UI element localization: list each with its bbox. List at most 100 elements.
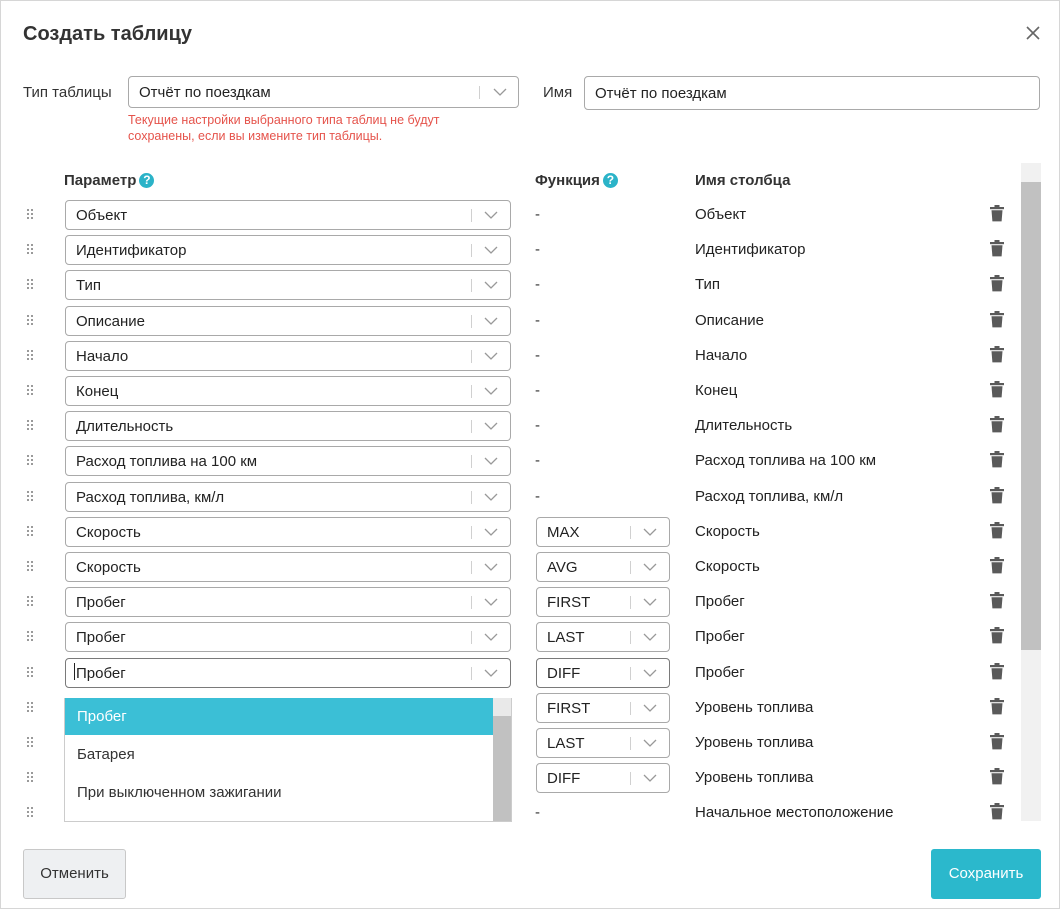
chevron-down-icon: [643, 739, 657, 747]
drag-handle-icon[interactable]: [26, 208, 34, 222]
drag-handle-icon[interactable]: [26, 384, 34, 398]
parameter-select[interactable]: Начало: [65, 341, 511, 371]
drag-handle-icon[interactable]: [26, 771, 34, 785]
cancel-button[interactable]: Отменить: [23, 849, 126, 899]
drag-handle-icon[interactable]: [26, 349, 34, 363]
select-separator: [471, 209, 472, 222]
close-icon[interactable]: [1021, 21, 1045, 45]
drag-handle-icon[interactable]: [26, 314, 34, 328]
function-select[interactable]: LAST: [536, 728, 670, 758]
drag-handle-icon[interactable]: [26, 490, 34, 504]
drag-handle-icon[interactable]: [26, 806, 34, 820]
function-empty: -: [535, 241, 540, 258]
dropdown-option[interactable]: Батарея: [65, 736, 493, 773]
drag-handle-icon[interactable]: [26, 243, 34, 257]
parameter-select[interactable]: Скорость: [65, 517, 511, 547]
rows-scrollbar-thumb[interactable]: [1021, 182, 1041, 650]
function-header: Функция?: [535, 172, 618, 189]
parameter-select[interactable]: Идентификатор: [65, 235, 511, 265]
chevron-down-icon: [484, 211, 498, 219]
drag-handle-icon[interactable]: [26, 560, 34, 574]
function-value: DIFF: [547, 770, 581, 787]
trash-icon[interactable]: [990, 416, 1004, 433]
trash-icon[interactable]: [990, 627, 1004, 644]
table-type-label: Тип таблицы: [23, 84, 112, 101]
function-select[interactable]: DIFF: [536, 658, 670, 688]
parameter-select[interactable]: Объект: [65, 200, 511, 230]
select-separator: [630, 631, 631, 644]
select-separator: [630, 526, 631, 539]
drag-handle-icon[interactable]: [26, 419, 34, 433]
name-input[interactable]: Отчёт по поездкам: [584, 76, 1040, 110]
chevron-down-icon: [484, 457, 498, 465]
trash-icon[interactable]: [990, 275, 1004, 292]
save-button[interactable]: Сохранить: [931, 849, 1041, 899]
function-select[interactable]: MAX: [536, 517, 670, 547]
select-separator: [630, 667, 631, 680]
function-header-text: Функция: [535, 172, 600, 189]
select-separator: [630, 596, 631, 609]
chevron-down-icon: [643, 704, 657, 712]
drag-handle-icon[interactable]: [26, 666, 34, 680]
function-empty: -: [535, 452, 540, 469]
trash-icon[interactable]: [990, 381, 1004, 398]
type-change-warning: Текущие настройки выбранного типа таблиц…: [128, 113, 440, 143]
drag-handle-icon[interactable]: [26, 454, 34, 468]
parameter-select[interactable]: Расход топлива на 100 км: [65, 446, 511, 476]
parameter-select[interactable]: Длительность: [65, 411, 511, 441]
dropdown-option[interactable]: При выключенном зажигании: [65, 774, 493, 811]
function-empty: -: [535, 206, 540, 223]
drag-handle-icon[interactable]: [26, 278, 34, 292]
trash-icon[interactable]: [990, 346, 1004, 363]
chevron-down-icon: [484, 281, 498, 289]
parameter-select[interactable]: Пробег: [65, 587, 511, 617]
trash-icon[interactable]: [990, 205, 1004, 222]
drag-handle-icon[interactable]: [26, 736, 34, 750]
drag-handle-icon[interactable]: [26, 630, 34, 644]
trash-icon[interactable]: [990, 311, 1004, 328]
trash-icon[interactable]: [990, 557, 1004, 574]
parameter-select[interactable]: Тип: [65, 270, 511, 300]
chevron-down-icon: [643, 774, 657, 782]
column-name: Начало: [695, 347, 748, 364]
trash-icon[interactable]: [990, 451, 1004, 468]
trash-icon[interactable]: [990, 522, 1004, 539]
trash-icon[interactable]: [990, 663, 1004, 680]
function-empty: -: [535, 417, 540, 434]
trash-icon[interactable]: [990, 487, 1004, 504]
help-icon[interactable]: ?: [602, 173, 618, 188]
column-name: Пробег: [695, 628, 745, 645]
parameter-select[interactable]: Пробег: [65, 658, 511, 688]
select-separator: [471, 244, 472, 257]
function-select[interactable]: AVG: [536, 552, 670, 582]
parameter-value: Идентификатор: [76, 242, 187, 259]
table-type-select[interactable]: Отчёт по поездкам: [128, 76, 519, 108]
function-select[interactable]: LAST: [536, 622, 670, 652]
parameter-value: Длительность: [76, 418, 174, 435]
parameter-select[interactable]: Описание: [65, 306, 511, 336]
function-select[interactable]: DIFF: [536, 763, 670, 793]
drag-handle-icon[interactable]: [26, 595, 34, 609]
dropdown-scrollbar-thumb[interactable]: [493, 716, 511, 821]
drag-handle-icon[interactable]: [26, 525, 34, 539]
trash-icon[interactable]: [990, 733, 1004, 750]
select-separator: [471, 491, 472, 504]
drag-handle-icon[interactable]: [26, 701, 34, 715]
trash-icon[interactable]: [990, 592, 1004, 609]
function-select[interactable]: FIRST: [536, 693, 670, 723]
function-select[interactable]: FIRST: [536, 587, 670, 617]
help-icon[interactable]: ?: [139, 173, 155, 188]
dropdown-option[interactable]: Пробег: [65, 698, 493, 735]
trash-icon[interactable]: [990, 698, 1004, 715]
parameter-header-text: Параметр: [64, 172, 137, 189]
parameter-select[interactable]: Конец: [65, 376, 511, 406]
trash-icon[interactable]: [990, 768, 1004, 785]
parameter-select[interactable]: Пробег: [65, 622, 511, 652]
column-name-header: Имя столбца: [695, 172, 791, 189]
select-separator: [471, 420, 472, 433]
trash-icon[interactable]: [990, 240, 1004, 257]
name-value: Отчёт по поездкам: [595, 85, 727, 102]
parameter-select[interactable]: Скорость: [65, 552, 511, 582]
parameter-select[interactable]: Расход топлива, км/л: [65, 482, 511, 512]
trash-icon[interactable]: [990, 803, 1004, 820]
